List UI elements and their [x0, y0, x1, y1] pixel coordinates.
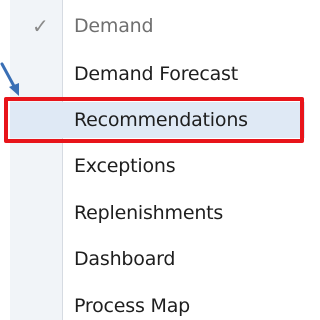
menu-item-label: Dashboard: [74, 248, 176, 270]
menu-item-dashboard[interactable]: Dashboard: [10, 241, 305, 277]
menu-item-exceptions[interactable]: Exceptions: [10, 148, 305, 184]
highlight-callout-box: [4, 97, 304, 143]
context-menu-screenshot: ✓ Demand Demand Forecast Recommendations…: [0, 0, 310, 320]
pointer-arrow-icon: [0, 62, 19, 96]
menu-item-label: Demand Forecast: [74, 63, 239, 85]
menu-item-label: Demand: [74, 15, 154, 37]
menu-item-process-map[interactable]: Process Map: [10, 288, 305, 320]
menu-item-replenishments[interactable]: Replenishments: [10, 195, 305, 231]
menu-item-demand-forecast[interactable]: Demand Forecast: [10, 56, 305, 92]
menu-item-label: Replenishments: [74, 202, 224, 224]
check-icon: ✓: [32, 14, 49, 38]
menu-item-label: Exceptions: [74, 155, 176, 177]
menu-item-demand[interactable]: ✓ Demand: [10, 8, 305, 44]
menu-item-label: Process Map: [74, 295, 191, 317]
